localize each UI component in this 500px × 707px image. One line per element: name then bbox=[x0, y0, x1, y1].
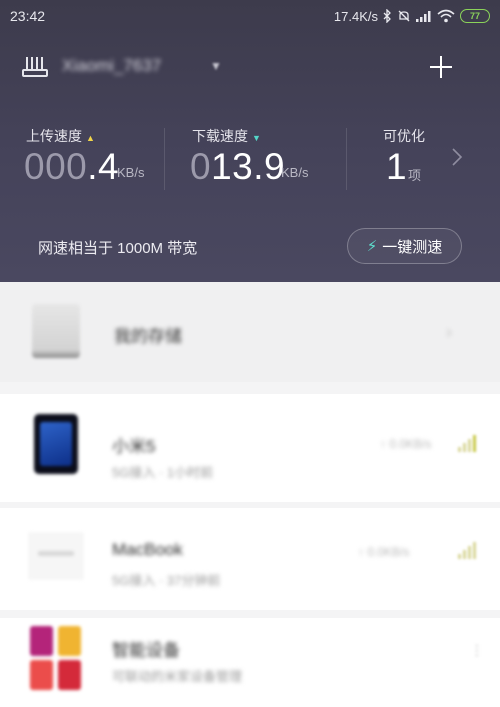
divider bbox=[346, 128, 347, 190]
speed-test-button[interactable]: ⚡ 一键测速 bbox=[347, 228, 462, 264]
upload-value: 000.4 bbox=[24, 146, 120, 187]
device-speed: ↑ 0.0KB/s bbox=[380, 437, 432, 451]
bandwidth-text: 网速相当于 1000M 带宽 bbox=[38, 240, 198, 257]
download-label: 下载速度 ▼ bbox=[192, 128, 261, 144]
chevron-right-icon: › bbox=[446, 322, 452, 342]
list-item[interactable]: 小米5 5G接入 · 1小时前 ↑ 0.0KB/s bbox=[0, 394, 500, 502]
battery-icon: 77 bbox=[460, 9, 490, 23]
device-status: 可联动的米家设备管理 bbox=[112, 669, 243, 684]
router-selector[interactable]: Xiaomi_7637 ▼ bbox=[22, 50, 482, 84]
chevron-down-icon[interactable]: ▼ bbox=[210, 59, 222, 73]
device-name: 小米5 bbox=[112, 437, 156, 456]
speed-stats: 上传速度 ▲ 000.4 KB/s 下载速度 ▼ 013.9 KB/s 可优化 1 … bbox=[0, 122, 500, 192]
signal-strength-icon bbox=[458, 541, 480, 559]
device-status: 5G接入 · 1小时前 bbox=[112, 465, 214, 480]
optimize-label: 可优化 bbox=[383, 128, 425, 144]
storage-label: 我的存储 bbox=[114, 327, 182, 346]
device-name: 智能设备 bbox=[112, 641, 180, 660]
net-speed-label: 17.4K/s bbox=[333, 8, 378, 24]
list-item[interactable]: MacBook 5G接入 · 37分钟前 ↑ 0.0KB/s bbox=[0, 508, 500, 610]
more-icon[interactable]: ⋮ bbox=[470, 642, 484, 659]
cell-signal-icon bbox=[416, 11, 431, 22]
divider bbox=[164, 128, 165, 190]
speed-test-label: 一键测速 bbox=[382, 238, 443, 256]
device-name: MacBook bbox=[112, 540, 183, 559]
lightning-icon: ⚡ bbox=[366, 238, 378, 255]
smart-devices-icon bbox=[30, 626, 82, 690]
wifi-icon bbox=[437, 9, 455, 23]
signal-strength-icon bbox=[458, 434, 480, 452]
bluetooth-icon bbox=[383, 9, 391, 23]
device-status: 5G接入 · 37分钟前 bbox=[112, 573, 221, 588]
list-item[interactable]: 智能设备 可联动的米家设备管理 ⋮ bbox=[0, 618, 500, 707]
chevron-right-icon[interactable] bbox=[450, 146, 464, 168]
optimize-value[interactable]: 1 bbox=[386, 146, 407, 188]
download-value: 013.9 bbox=[190, 146, 286, 187]
add-icon[interactable] bbox=[424, 50, 458, 84]
silent-icon bbox=[398, 10, 410, 22]
upload-label: 上传速度 ▲ bbox=[26, 128, 95, 144]
router-name[interactable]: Xiaomi_7637 bbox=[62, 56, 161, 76]
router-icon bbox=[22, 57, 48, 77]
device-list: 我的存储 › 小米5 5G接入 · 1小时前 ↑ 0.0KB/s MacBook… bbox=[0, 282, 500, 707]
laptop-icon bbox=[28, 532, 84, 580]
status-time: 23:42 bbox=[10, 8, 46, 24]
optimize-unit: 项 bbox=[408, 168, 422, 183]
status-icons: 17.4K/s 77 bbox=[334, 6, 490, 26]
device-speed: ↑ 0.0KB/s bbox=[358, 545, 410, 559]
header: 23:42 17.4K/s 77 Xiaomi_7637 ▼ 上传速度 ▲ 00… bbox=[0, 0, 500, 282]
battery-level: 77 bbox=[469, 11, 480, 21]
upload-unit: KB/s bbox=[117, 165, 145, 180]
download-unit: KB/s bbox=[281, 165, 309, 180]
status-bar: 23:42 17.4K/s 77 bbox=[0, 0, 500, 32]
storage-item[interactable]: 我的存储 › bbox=[0, 282, 500, 382]
phone-icon bbox=[34, 414, 78, 474]
storage-drive-icon bbox=[32, 304, 80, 358]
